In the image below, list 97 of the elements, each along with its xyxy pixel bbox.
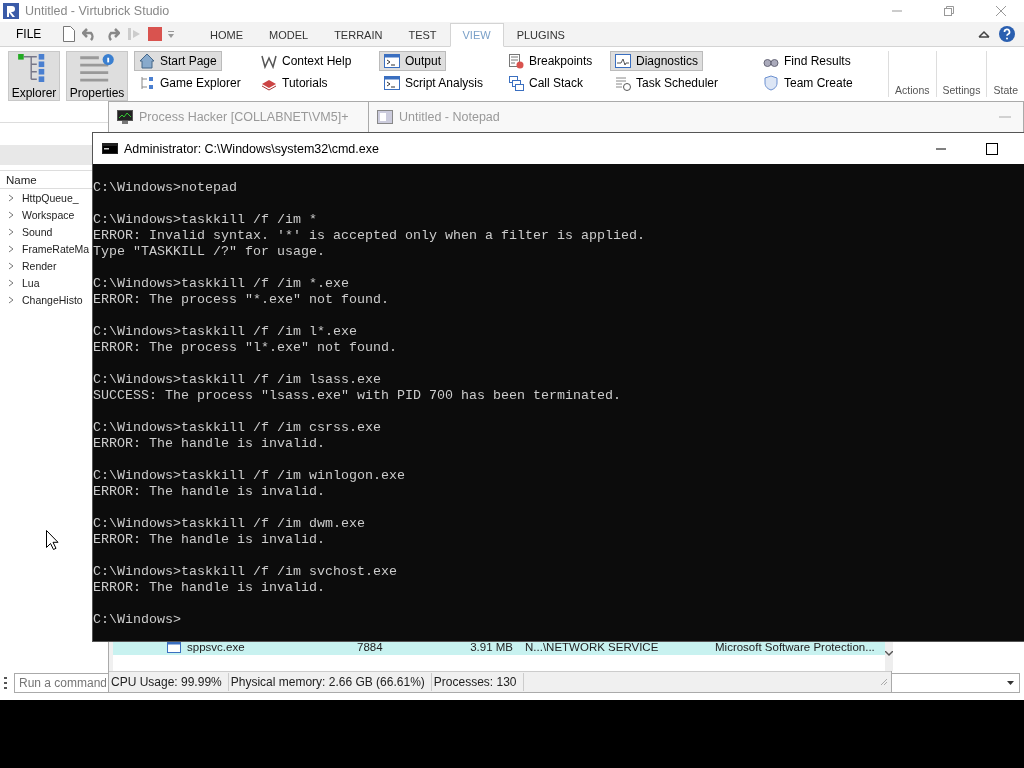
console-line: C:\Windows>taskkill /f /im lsass.exe [93, 372, 382, 388]
tree-item[interactable]: Lua [0, 274, 92, 291]
tree-item[interactable]: Render [0, 257, 92, 274]
window-title: Untitled - Virtubrick Studio [25, 4, 170, 18]
grip-icon[interactable] [4, 677, 7, 689]
shield-icon [763, 75, 779, 91]
document-icon[interactable] [62, 26, 76, 42]
console-line: Type "TASKKILL /?" for usage. [93, 244, 326, 260]
home-icon [139, 53, 155, 69]
table-cell-text: sppsvc.exe [187, 641, 246, 653]
column-header[interactable]: Name [0, 170, 92, 189]
tree-icon [139, 75, 155, 91]
console-line: C:\Windows>notepad [93, 180, 238, 196]
console-line: C:\Windows>taskkill /f /im svchost.exe [93, 564, 398, 580]
console-line: C:\Windows>taskkill /f /im l*.exe [93, 324, 358, 340]
console-line: ERROR: The process "l*.exe" not found. [93, 340, 398, 356]
caret-icon[interactable] [168, 30, 174, 38]
list-dot-icon [508, 53, 524, 69]
ribbon-tab[interactable]: HOME [197, 22, 256, 47]
tree-item[interactable]: Sound [0, 223, 92, 240]
caret-icon [1007, 681, 1014, 685]
file-menu[interactable]: FILE [0, 23, 58, 45]
chevron-right-icon[interactable] [7, 193, 15, 202]
tree-item[interactable]: ChangeHisto [0, 291, 92, 308]
ribbon-big-button[interactable]: Explorer [8, 51, 60, 101]
ribbon-button[interactable]: Task Scheduler [610, 73, 724, 93]
chevron-right-icon[interactable] [7, 295, 15, 304]
chevron-right-icon[interactable] [7, 261, 15, 270]
table-cell-text: 3.91 MB [469, 641, 514, 653]
status-text: Processes: 130 [431, 673, 524, 691]
stacked-windows-icon [508, 75, 524, 91]
maximize-icon[interactable] [986, 142, 998, 155]
console-line: SUCCESS: The process "lsass.exe" with PID 700 has been terminated. [93, 388, 622, 404]
console-line: C:\Windows> [93, 612, 182, 628]
ribbon-button[interactable]: Start Page [134, 51, 222, 71]
tree-item[interactable]: HttpQueue_ [0, 189, 92, 206]
tree-item[interactable]: FrameRateMa [0, 240, 92, 257]
collapse-icon[interactable] [978, 29, 990, 39]
chevron-right-icon[interactable] [7, 210, 15, 219]
ribbon-tab[interactable]: MODEL [256, 22, 322, 47]
table-cell-text: N...\NETWORK SERVICE [525, 641, 660, 653]
console-icon [102, 143, 118, 154]
ribbon-button[interactable]: Team Create [758, 73, 858, 93]
ribbon-tab[interactable]: TERRAIN [321, 22, 396, 47]
ribbon-button[interactable]: Tutorials [256, 73, 333, 93]
chevron-right-icon[interactable] [7, 278, 15, 287]
restore-icon[interactable] [943, 5, 955, 17]
console-line: ERROR: The handle is invalid. [93, 436, 326, 452]
monitor-icon [117, 110, 133, 124]
console-line: C:\Windows>taskkill /f /im dwm.exe [93, 516, 366, 532]
ribbon-tab[interactable]: PLUGINS [503, 22, 578, 47]
console-line: C:\Windows>taskkill /f /im * [93, 212, 318, 228]
tree-item[interactable]: Workspace [0, 206, 92, 223]
ribbon-button[interactable]: Call Stack [503, 73, 589, 93]
ribbon-group-label: State [986, 51, 1024, 97]
help-icon[interactable] [998, 25, 1016, 43]
chevron-right-icon[interactable] [7, 227, 15, 236]
status-text: CPU Usage: 99.99% [109, 673, 229, 691]
ribbon-button[interactable]: Diagnostics [610, 51, 704, 71]
ribbon-big-button[interactable]: Properties [66, 51, 128, 101]
ribbon-button[interactable]: Breakpoints [503, 51, 598, 71]
app-logo-icon [3, 3, 19, 19]
clock-list-icon [615, 75, 631, 91]
ribbon-group-label: Settings [935, 51, 987, 97]
list-info-icon [77, 54, 117, 82]
window-title: Untitled - Notepad [399, 110, 500, 124]
table-cell-text: Microsoft Software Protection... [715, 641, 876, 653]
chevron-right-icon[interactable] [7, 244, 15, 253]
terminal-icon [384, 53, 400, 69]
status-text: Physical memory: 2.66 GB (66.61%) [228, 673, 432, 691]
ribbon-tab[interactable]: TEST [395, 22, 450, 47]
console-line: ERROR: The handle is invalid. [93, 580, 326, 596]
ribbon-button[interactable]: Output [379, 51, 447, 71]
console-line: ERROR: The handle is invalid. [93, 484, 326, 500]
window-title: Administrator: C:\Windows\system32\cmd.exe [124, 141, 379, 156]
terminal-icon [384, 75, 400, 91]
resize-grip-icon[interactable] [880, 678, 888, 686]
console-line: ERROR: Invalid syntax. '*' is accepted only when a filter is applied. [93, 228, 646, 244]
command-input-field[interactable]: Run a command [14, 673, 110, 693]
console-line: C:\Windows>taskkill /f /im *.exe [93, 276, 350, 292]
mouse-pointer-icon [46, 530, 59, 550]
console-line: C:\Windows>taskkill /f /im winlogon.exe [93, 468, 406, 484]
console-line: ERROR: The handle is invalid. [93, 532, 326, 548]
ribbon-button[interactable]: Find Results [758, 51, 856, 71]
scroll-down-icon[interactable] [885, 651, 893, 656]
close-icon[interactable] [995, 5, 1007, 17]
console-line: ERROR: The process "*.exe" not found. [93, 292, 390, 308]
pulse-icon [615, 53, 631, 69]
ribbon-button[interactable]: Script Analysis [379, 73, 489, 93]
ribbon-button[interactable]: Game Explorer [134, 73, 246, 93]
ribbon-button[interactable]: Context Help [256, 51, 357, 71]
letter-w-icon [261, 53, 277, 69]
notepad-icon [377, 110, 393, 124]
window-title: Process Hacker [COLLABNET\VM5]+ [139, 110, 349, 124]
table-cell-text: 7884 [357, 641, 384, 653]
console-line: C:\Windows>taskkill /f /im csrss.exe [93, 420, 382, 436]
ribbon-group-label: Actions [888, 51, 936, 97]
